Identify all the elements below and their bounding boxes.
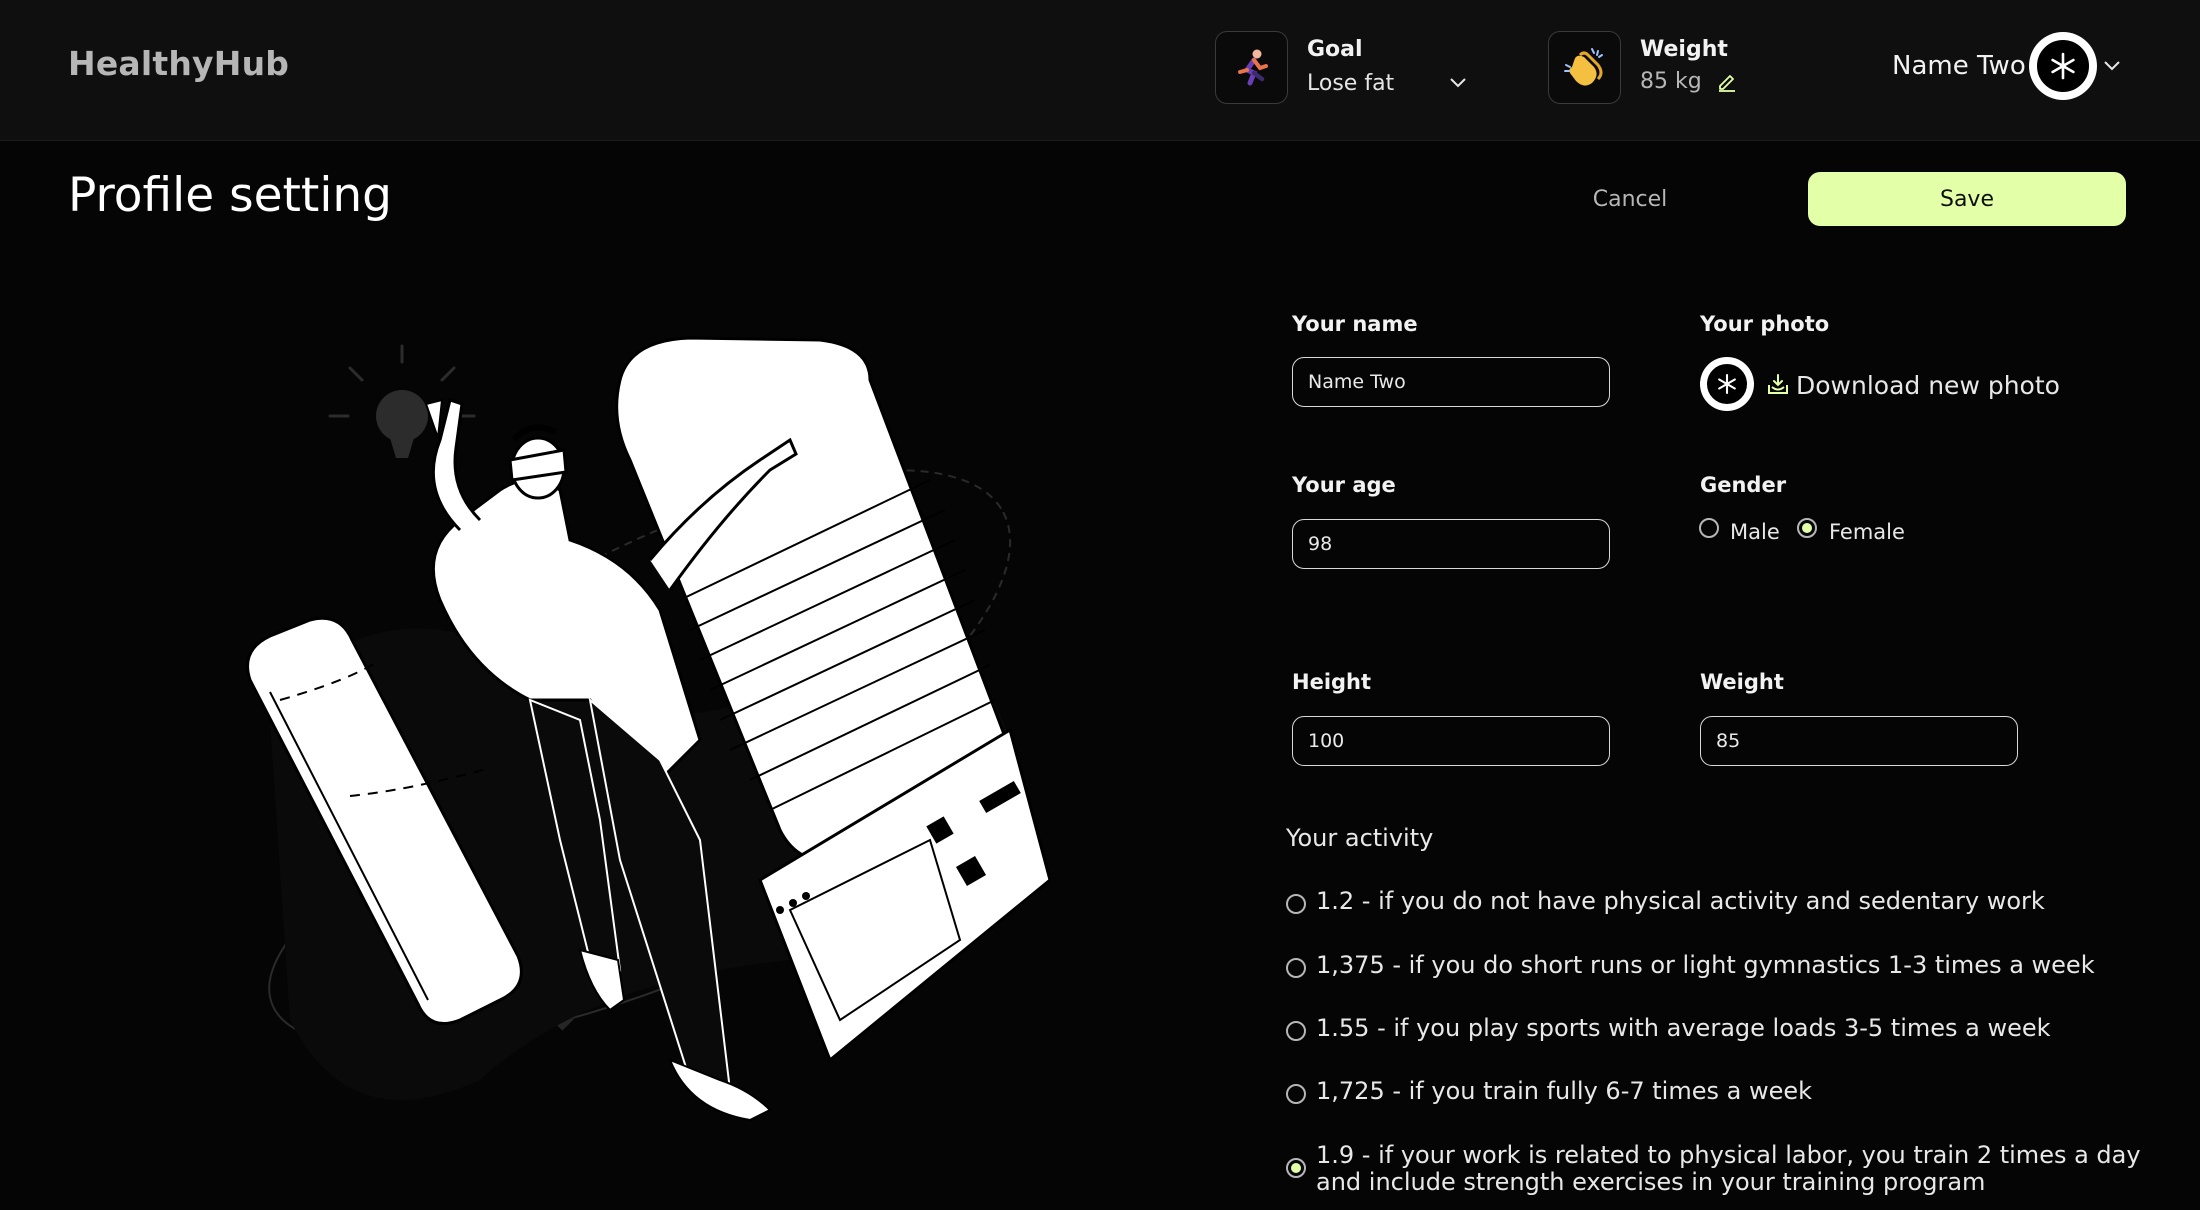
gender-male-label[interactable]: Male <box>1730 520 1780 544</box>
activity-option-label[interactable]: 1.2 - if you do not have physical activi… <box>1316 888 2166 915</box>
page-title: Profile setting <box>68 168 393 223</box>
activity-radio[interactable] <box>1286 894 1306 914</box>
name-input[interactable] <box>1292 357 1610 407</box>
snowflake-icon <box>1718 373 1736 395</box>
weight-label: Weight <box>1700 670 1784 694</box>
goal-icon-box[interactable] <box>1215 31 1288 104</box>
user-avatar[interactable] <box>2029 32 2097 100</box>
age-label: Your age <box>1292 473 1396 497</box>
goal-chevron-down-icon[interactable] <box>1449 76 1467 90</box>
activity-option-label[interactable]: 1.9 - if your work is related to physica… <box>1316 1142 2166 1196</box>
profile-illustration <box>246 336 1050 1122</box>
cancel-button[interactable]: Cancel <box>1560 178 1700 220</box>
gender-female-radio[interactable] <box>1797 518 1817 538</box>
activity-title: Your activity <box>1286 824 1434 852</box>
user-menu-chevron-down-icon[interactable] <box>2103 59 2121 73</box>
goal-title: Goal <box>1307 37 1363 62</box>
download-tray-icon <box>1768 374 1788 394</box>
height-label: Height <box>1292 670 1372 694</box>
gender-female-label[interactable]: Female <box>1829 520 1905 544</box>
activity-option-label[interactable]: 1.55 - if you play sports with average l… <box>1316 1015 2166 1042</box>
download-photo-label[interactable]: Download new photo <box>1796 371 2060 400</box>
age-input[interactable] <box>1292 519 1610 569</box>
activity-option-label[interactable]: 1,725 - if you train fully 6-7 times a w… <box>1316 1078 2166 1105</box>
photo-label: Your photo <box>1700 312 1830 336</box>
user-name[interactable]: Name Two <box>1892 51 2026 81</box>
weight-title: Weight <box>1640 37 1728 62</box>
weight-value: 85 kg <box>1640 69 1702 94</box>
download-photo-link[interactable]: Download new photo <box>1766 370 2060 400</box>
gender-label: Gender <box>1700 473 1787 497</box>
activity-radio[interactable] <box>1286 1021 1306 1041</box>
edit-pencil-icon[interactable] <box>1716 70 1738 92</box>
activity-option-label[interactable]: 1,375 - if you do short runs or light gy… <box>1316 952 2166 979</box>
app-logo[interactable]: HealthyHub <box>68 44 289 83</box>
goal-value[interactable]: Lose fat <box>1307 71 1394 96</box>
running-person-icon <box>1237 49 1268 85</box>
weight-icon-box <box>1548 31 1621 104</box>
photo-avatar <box>1700 357 1754 411</box>
name-label: Your name <box>1292 312 1418 336</box>
save-button[interactable]: Save <box>1808 172 2126 226</box>
snowflake-icon <box>2051 52 2075 80</box>
weight-input[interactable] <box>1700 716 2018 766</box>
top-header: HealthyHub Goal Lose fat Weight 85 kg Na… <box>0 0 2200 141</box>
activity-radio[interactable] <box>1286 958 1306 978</box>
activity-radio[interactable] <box>1286 1084 1306 1104</box>
height-input[interactable] <box>1292 716 1610 766</box>
clapping-hands-icon <box>1563 47 1603 86</box>
activity-radio-selected[interactable] <box>1286 1158 1306 1178</box>
gender-male-radio[interactable] <box>1699 518 1719 538</box>
